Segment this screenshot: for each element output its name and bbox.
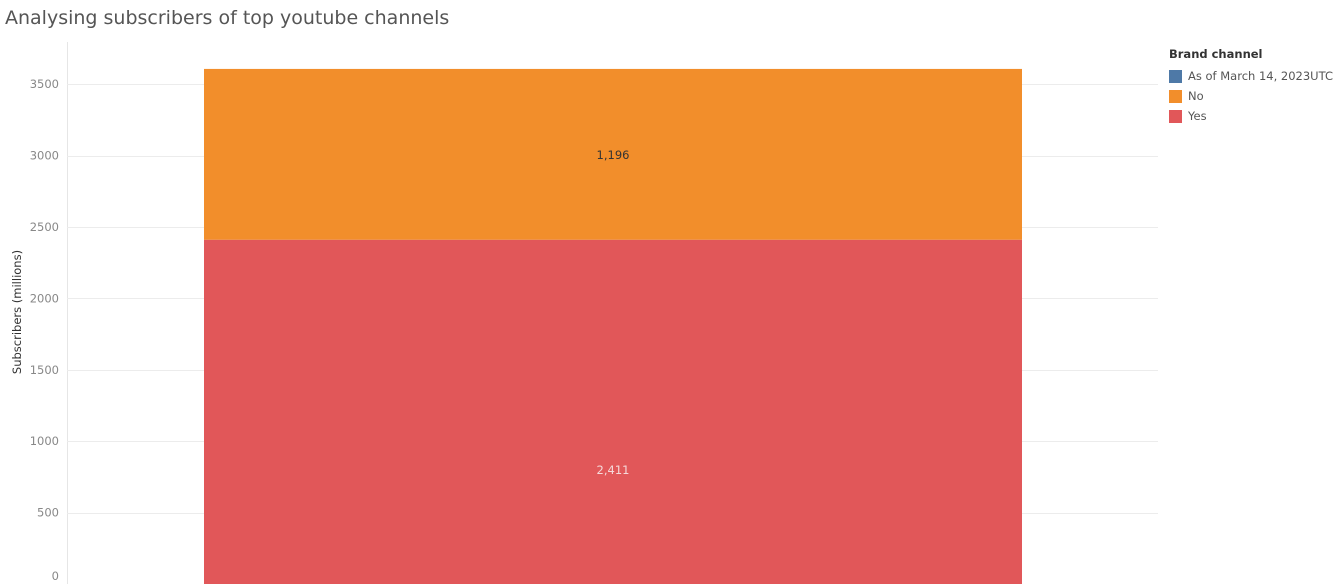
y-tick-label: 3000 xyxy=(30,149,59,163)
legend-swatch xyxy=(1169,69,1182,83)
y-axis-label: Subscribers (millions) xyxy=(10,250,24,374)
legend-label: Yes xyxy=(1188,109,1207,123)
y-tick-label: 1000 xyxy=(30,434,59,448)
y-axis-ticks: 0 500 1000 1500 2000 2500 3000 3500 xyxy=(30,77,59,583)
legend-swatch xyxy=(1169,109,1182,123)
legend-item-yes[interactable]: Yes xyxy=(1169,106,1335,126)
y-tick-label: 1500 xyxy=(30,363,59,377)
data-label-no: 1,196 xyxy=(597,148,630,162)
y-tick-label: 2000 xyxy=(30,291,59,305)
y-tick-label: 500 xyxy=(37,506,59,520)
legend-swatch xyxy=(1169,89,1182,103)
chart-area: 0500100015002000250030003500 2,4111,196 … xyxy=(10,42,1158,584)
bar-segments: 2,411 1,196 xyxy=(204,68,1022,584)
data-label-yes: 2,411 xyxy=(597,463,630,477)
legend-item-as-of[interactable]: As of March 14, 2023UTC xyxy=(1169,66,1335,86)
legend[interactable]: Brand channel As of March 14, 2023UTC No… xyxy=(1169,47,1335,126)
legend-label: No xyxy=(1188,89,1204,103)
legend-item-no[interactable]: No xyxy=(1169,86,1335,106)
legend-label: As of March 14, 2023UTC xyxy=(1188,69,1333,83)
bar-segment-yes[interactable] xyxy=(204,239,1022,584)
y-tick-label: 2500 xyxy=(30,220,59,234)
legend-title: Brand channel xyxy=(1169,47,1263,61)
y-tick-label: 0 xyxy=(52,569,59,583)
y-tick-label: 3500 xyxy=(30,77,59,91)
